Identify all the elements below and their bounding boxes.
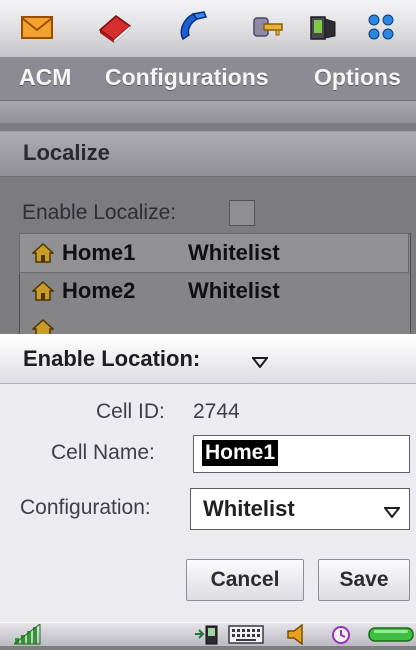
enable-localize-checkbox[interactable] <box>229 200 255 226</box>
clock-icon[interactable] <box>330 624 352 650</box>
cell-name-value: Home1 <box>202 440 279 466</box>
list-item[interactable] <box>20 310 408 334</box>
enable-location-dialog: Enable Location: Cell ID: 2744 Cell Name… <box>0 334 416 623</box>
configuration-select[interactable]: Whitelist <box>190 488 410 530</box>
home-icon <box>31 242 55 263</box>
configuration-label: Configuration: <box>20 496 151 519</box>
chevron-down-icon <box>382 505 402 523</box>
cancel-button[interactable]: Cancel <box>186 559 304 601</box>
list-item-name: Home2 <box>62 278 136 303</box>
localize-title: Localize <box>23 140 110 165</box>
cell-id-label: Cell ID: <box>96 400 165 423</box>
speaker-icon[interactable] <box>286 623 308 650</box>
cell-name-label: Cell Name: <box>51 441 155 464</box>
dialog-header[interactable]: Enable Location: <box>0 335 416 384</box>
menu-bar: ACM Configurations Options <box>0 58 416 100</box>
menu-options[interactable]: Options <box>314 64 401 91</box>
localize-header: Localize <box>0 131 416 177</box>
dialog-title: Enable Location: <box>23 346 201 371</box>
cell-id-value: 2744 <box>193 400 240 423</box>
home-icon <box>31 318 55 334</box>
cell-name-field[interactable]: Home1 <box>193 435 410 473</box>
phone-icon[interactable] <box>174 8 212 46</box>
book-icon[interactable] <box>96 8 134 46</box>
device-icon[interactable] <box>303 8 341 46</box>
enable-localize-label: Enable Localize: <box>22 201 177 224</box>
localize-screen: Localize Enable Localize: Home1 Whitelis… <box>0 123 416 334</box>
phone-sync-icon <box>193 624 221 650</box>
list-item-config: Whitelist <box>188 278 280 303</box>
chevron-down-icon[interactable] <box>250 355 270 373</box>
divider-strip <box>0 100 416 124</box>
list-item[interactable]: Home1 Whitelist <box>19 233 409 273</box>
signal-icon <box>12 622 42 650</box>
configuration-value: Whitelist <box>203 496 295 521</box>
menu-acm[interactable]: ACM <box>19 64 71 91</box>
list-item[interactable]: Home2 Whitelist <box>20 272 408 310</box>
app-launcher-bar <box>0 0 416 58</box>
status-bar <box>0 622 416 646</box>
envelope-icon[interactable] <box>18 8 56 46</box>
keyboard-icon[interactable] <box>228 625 264 649</box>
menu-configurations[interactable]: Configurations <box>105 64 269 91</box>
save-button[interactable]: Save <box>318 559 410 601</box>
apps-grid-icon[interactable] <box>362 8 400 46</box>
keys-icon[interactable] <box>249 8 287 46</box>
list-item-config: Whitelist <box>188 240 280 265</box>
list-item-name: Home1 <box>62 240 136 265</box>
home-icon <box>31 280 55 301</box>
cell-list: Home1 Whitelist Home2 Whitelist <box>19 233 411 334</box>
